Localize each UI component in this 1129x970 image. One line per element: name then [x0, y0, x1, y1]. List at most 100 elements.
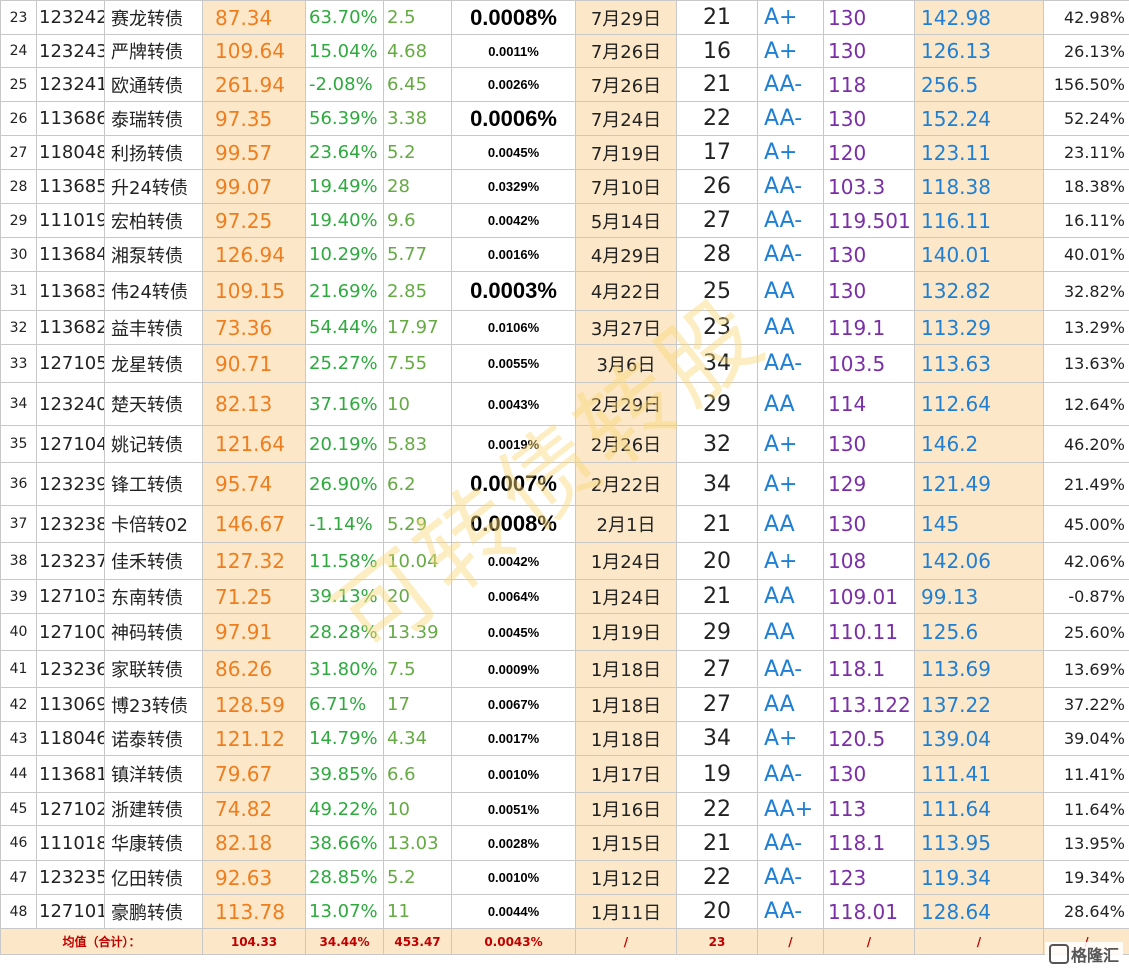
premium-rate: 28.28% — [305, 613, 384, 651]
bond-code: 123240 — [36, 382, 105, 426]
bond-code: 127105 — [36, 344, 105, 383]
days-count: 34 — [676, 721, 758, 756]
first-day-price: 130 — [823, 425, 915, 463]
summary-ratio: 453.47 — [383, 928, 452, 955]
bond-name: 佳禾转债 — [104, 542, 203, 580]
bond-code: 127102 — [36, 792, 105, 826]
table-row: 26 113686 泰瑞转债 97.35 56.39% 3.38 0.0006% 7月24日 2… — [0, 101, 1129, 136]
subscription-ratio: 7.5 — [383, 650, 452, 688]
days-count: 34 — [676, 344, 758, 383]
first-day-price: 113 — [823, 792, 915, 826]
win-rate: 0.0045% — [451, 613, 576, 651]
gain-rate: 11.41% — [1043, 755, 1129, 793]
table-row: 41 123236 家联转债 86.26 31.80% 7.5 0.0009% 1月18日 27… — [0, 650, 1129, 688]
bond-code: 127100 — [36, 613, 105, 651]
subscription-ratio: 3.38 — [383, 101, 452, 136]
bond-code: 111019 — [36, 203, 105, 238]
gain-rate: 13.29% — [1043, 310, 1129, 345]
premium-rate: 15.04% — [305, 34, 384, 68]
latest-price: 111.64 — [914, 792, 1044, 826]
listing-date: 1月11日 — [575, 894, 677, 929]
subscription-ratio: 6.6 — [383, 755, 452, 793]
win-rate: 0.0051% — [451, 792, 576, 826]
summary-num: 23 — [676, 928, 758, 955]
gain-rate: 13.69% — [1043, 650, 1129, 688]
premium-rate: 21.69% — [305, 271, 384, 311]
subscription-ratio: 9.6 — [383, 203, 452, 238]
bond-price: 99.57 — [202, 135, 306, 170]
listing-date: 7月29日 — [575, 0, 677, 35]
bond-code: 127103 — [36, 579, 105, 614]
bond-price: 71.25 — [202, 579, 306, 614]
bond-code: 118046 — [36, 721, 105, 756]
win-rate: 0.0008% — [451, 505, 576, 543]
row-index: 37 — [0, 505, 37, 543]
first-day-price: 130 — [823, 0, 915, 35]
table-row: 29 111019 宏柏转债 97.25 19.40% 9.6 0.0042% 5月14日 27… — [0, 203, 1129, 238]
row-index: 45 — [0, 792, 37, 826]
bond-name: 卡倍转02 — [104, 505, 203, 543]
bond-price: 95.74 — [202, 462, 306, 506]
days-count: 25 — [676, 271, 758, 311]
win-rate: 0.0019% — [451, 425, 576, 463]
gain-rate: 23.11% — [1043, 135, 1129, 170]
table-row: 30 113684 湘泵转债 126.94 10.29% 5.77 0.0016% 4月29日… — [0, 237, 1129, 272]
first-day-price: 130 — [823, 755, 915, 793]
bond-code: 127104 — [36, 425, 105, 463]
first-day-price: 114 — [823, 382, 915, 426]
premium-rate: 6.71% — [305, 687, 384, 722]
bond-price: 82.13 — [202, 382, 306, 426]
summary-rate: 0.0043% — [451, 928, 576, 955]
bond-name: 欧通转债 — [104, 67, 203, 102]
row-index: 48 — [0, 894, 37, 929]
bond-code: 111018 — [36, 825, 105, 861]
bond-code: 113686 — [36, 101, 105, 136]
days-count: 26 — [676, 169, 758, 204]
days-count: 27 — [676, 203, 758, 238]
days-count: 22 — [676, 792, 758, 826]
bond-price: 73.36 — [202, 310, 306, 345]
table-row: 38 123237 佳禾转债 127.32 11.58% 10.04 0.0042% 1月24… — [0, 542, 1129, 580]
first-day-price: 130 — [823, 271, 915, 311]
win-rate: 0.0016% — [451, 237, 576, 272]
bond-name: 东南转债 — [104, 579, 203, 614]
credit-rating: A+ — [757, 462, 824, 506]
subscription-ratio: 2.5 — [383, 0, 452, 35]
table-row: 48 127101 豪鹏转债 113.78 13.07% 11 0.0044% 1月11日 20… — [0, 894, 1129, 929]
bond-price: 261.94 — [202, 67, 306, 102]
credit-rating: AA — [757, 505, 824, 543]
bond-name: 严牌转债 — [104, 34, 203, 68]
premium-rate: 26.90% — [305, 462, 384, 506]
subscription-ratio: 11 — [383, 894, 452, 929]
win-rate: 0.0064% — [451, 579, 576, 614]
credit-rating: AA — [757, 613, 824, 651]
bond-price: 109.15 — [202, 271, 306, 311]
first-day-price: 109.01 — [823, 579, 915, 614]
latest-price: 116.11 — [914, 203, 1044, 238]
win-rate: 0.0008% — [451, 0, 576, 35]
bond-name: 益丰转债 — [104, 310, 203, 345]
row-index: 38 — [0, 542, 37, 580]
row-index: 24 — [0, 34, 37, 68]
win-rate: 0.0026% — [451, 67, 576, 102]
credit-rating: A+ — [757, 34, 824, 68]
listing-date: 7月10日 — [575, 169, 677, 204]
credit-rating: A+ — [757, 721, 824, 756]
latest-price: 118.38 — [914, 169, 1044, 204]
win-rate: 0.0003% — [451, 271, 576, 311]
win-rate: 0.0006% — [451, 101, 576, 136]
credit-rating: AA- — [757, 860, 824, 895]
latest-price: 140.01 — [914, 237, 1044, 272]
win-rate: 0.0007% — [451, 462, 576, 506]
bond-code: 113685 — [36, 169, 105, 204]
credit-rating: AA- — [757, 755, 824, 793]
gain-rate: 11.64% — [1043, 792, 1129, 826]
premium-rate: 19.49% — [305, 169, 384, 204]
bond-name: 楚天转债 — [104, 382, 203, 426]
bond-code: 113681 — [36, 755, 105, 793]
row-index: 44 — [0, 755, 37, 793]
summary-date: / — [575, 928, 677, 955]
premium-rate: 23.64% — [305, 135, 384, 170]
bond-price: 97.91 — [202, 613, 306, 651]
latest-price: 137.22 — [914, 687, 1044, 722]
